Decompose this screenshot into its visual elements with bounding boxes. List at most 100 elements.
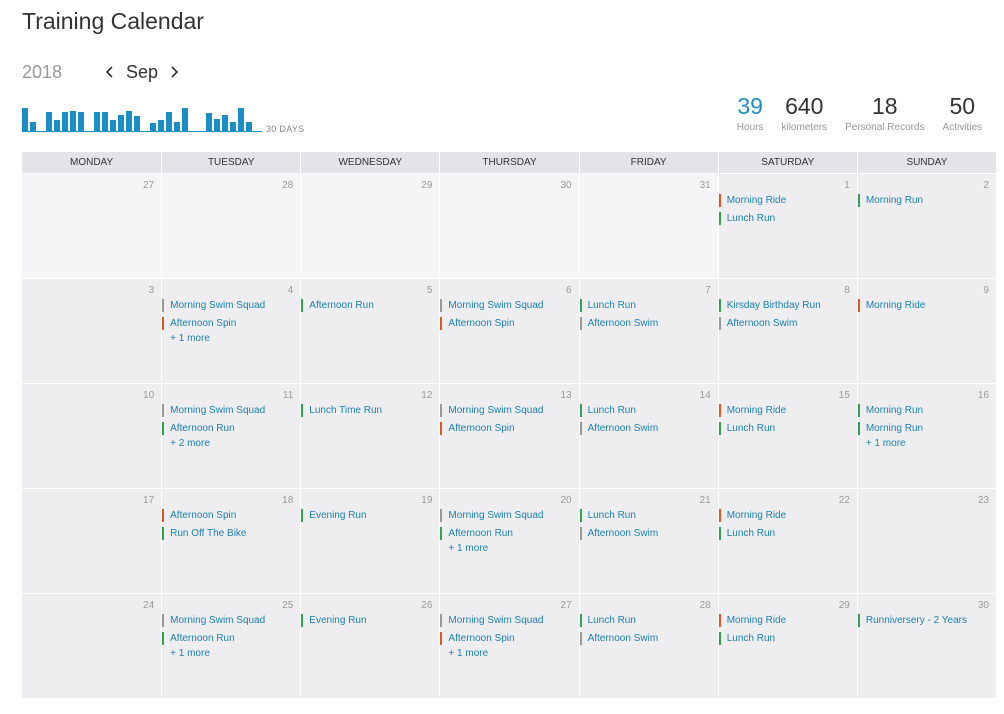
calendar-grid: MONDAY TUESDAY WEDNESDAY THURSDAY FRIDAY SATU… — [22, 152, 996, 698]
activity-link[interactable]: Morning Run — [857, 404, 990, 417]
day-cell: 29 — [300, 173, 440, 278]
prev-month-button[interactable] — [98, 60, 122, 84]
activity-link[interactable]: Morning Swim Squad — [440, 404, 572, 417]
day-cell: 16 Morning Run Morning Run + 1 more — [856, 383, 996, 488]
activity-link[interactable]: Morning Swim Squad — [162, 299, 294, 312]
activity-link[interactable]: Lunch Run — [579, 404, 712, 417]
activity-link[interactable]: Afternoon Run — [162, 422, 294, 435]
day-cell: 5 Afternoon Run — [300, 278, 440, 383]
activity-link[interactable]: Afternoon Run — [162, 632, 294, 645]
activity-link[interactable]: Evening Run — [301, 509, 433, 522]
activity-link[interactable]: Morning Ride — [718, 194, 851, 207]
activity-link[interactable]: Morning Swim Squad — [440, 509, 572, 522]
more-activities-link[interactable]: + 1 more — [162, 333, 294, 344]
more-activities-link[interactable]: + 1 more — [162, 648, 294, 659]
activity-link[interactable]: Lunch Run — [579, 299, 712, 312]
calendar-weeks: 27 28 29 30 31 1 Morning Ride Lunch Run 2 Morning… — [22, 173, 996, 698]
more-activities-link[interactable]: + 1 more — [858, 438, 990, 449]
activity-link[interactable]: Lunch Run — [718, 212, 851, 225]
day-number: 20 — [560, 495, 572, 506]
day-cell: 12 Lunch Time Run — [300, 383, 440, 488]
activity-link[interactable]: Lunch Time Run — [301, 404, 433, 417]
sparkline-bar — [174, 121, 180, 131]
page-title: Training Calendar — [22, 8, 204, 34]
activity-link[interactable]: Lunch Run — [718, 422, 851, 435]
stats-summary: 39 Hours 640 kilometers 18 Personal Records 50… — [719, 92, 982, 133]
day-cell: 17 — [22, 488, 162, 593]
activity-link[interactable]: Lunch Run — [579, 509, 712, 522]
day-cell: 15 Morning Ride Lunch Run — [717, 383, 857, 488]
day-cell: 3 — [22, 278, 162, 383]
activity-link[interactable]: Afternoon Swim — [579, 527, 712, 540]
activity-link[interactable]: Afternoon Spin — [440, 422, 572, 435]
more-activities-link[interactable]: + 1 more — [440, 543, 572, 554]
sparkline-bar — [166, 112, 172, 131]
sparkline-bar — [94, 112, 100, 131]
day-number: 5 — [426, 285, 433, 296]
day-number: 31 — [699, 180, 711, 191]
calendar-week: 27 28 29 30 31 1 Morning Ride Lunch Run 2 Morning… — [22, 173, 996, 278]
sparkline-bar — [222, 114, 228, 131]
activity-link[interactable]: Afternoon Spin — [162, 509, 294, 522]
stat-hours: 39 Hours — [737, 92, 764, 133]
activity-link[interactable]: Morning Ride — [718, 509, 851, 522]
day-cell: 31 — [578, 173, 718, 278]
activity-link[interactable]: Afternoon Swim — [579, 317, 712, 330]
day-number: 22 — [838, 495, 850, 506]
activity-link[interactable]: Morning Swim Squad — [162, 614, 294, 627]
day-cell: 30 — [439, 173, 579, 278]
weekday-monday: MONDAY — [69, 157, 114, 168]
chevron-right-icon — [171, 66, 179, 78]
day-number: 3 — [148, 285, 155, 296]
day-number: 6 — [566, 285, 572, 296]
activity-link[interactable]: Morning Ride — [718, 614, 851, 627]
sparkline-bar — [230, 121, 236, 131]
stat-value: 39 — [737, 93, 763, 119]
activity-link[interactable]: Afternoon Swim — [579, 422, 712, 435]
day-cell: 4 Morning Swim Squad Afternoon Spin + 1 mor… — [161, 278, 301, 383]
activity-link[interactable]: Morning Swim Squad — [440, 299, 572, 312]
sparkline-bar — [78, 112, 84, 131]
activity-link[interactable]: Lunch Run — [579, 614, 712, 627]
next-month-button[interactable] — [162, 60, 186, 84]
more-activities-link[interactable]: + 2 more — [162, 438, 294, 449]
day-cell: 6 Morning Swim Squad Afternoon Spin — [439, 278, 579, 383]
day-number: 28 — [699, 600, 711, 611]
stat-label: Personal Records — [845, 122, 925, 133]
activity-link[interactable]: Afternoon Run — [301, 299, 433, 312]
activity-link[interactable]: Afternoon Spin — [440, 317, 572, 330]
stat-activities: 50 Activities — [943, 92, 982, 133]
day-cell: 22 Morning Ride Lunch Run — [717, 488, 857, 593]
activity-link[interactable]: Afternoon Swim — [718, 317, 851, 330]
day-number: 30 — [560, 180, 572, 191]
weekday-wednesday: WEDNESDAY — [300, 152, 439, 173]
activity-link[interactable]: Afternoon Spin — [440, 632, 572, 645]
day-number: 25 — [282, 600, 294, 611]
activity-link[interactable]: Lunch Run — [718, 527, 851, 540]
stat-label: Activities — [942, 122, 982, 133]
activity-link[interactable]: Evening Run — [301, 614, 433, 627]
stat-value: 640 — [785, 93, 824, 119]
activity-link[interactable]: Lunch Run — [718, 632, 851, 645]
weekday-thursday: THURSDAY — [439, 152, 578, 173]
activity-link[interactable]: Morning Ride — [718, 404, 851, 417]
activity-link[interactable]: Morning Ride — [857, 299, 990, 312]
activity-link[interactable]: Kirsday Birthday Run — [718, 299, 851, 312]
day-cell: 7 Lunch Run Afternoon Swim — [578, 278, 718, 383]
activity-link[interactable]: Morning Run — [857, 194, 990, 207]
activity-link[interactable]: Run Off The Bike — [162, 527, 294, 540]
activity-link[interactable]: Afternoon Spin — [162, 317, 294, 330]
day-cell: 2 Morning Run — [856, 173, 996, 278]
activity-link[interactable]: Morning Run — [857, 422, 990, 435]
activity-link[interactable]: Runniversery - 2 Years — [857, 614, 990, 627]
more-activities-link[interactable]: + 1 more — [440, 648, 572, 659]
year-label: 2018 — [22, 61, 63, 82]
activity-link[interactable]: Morning Swim Squad — [440, 614, 572, 627]
day-cell: 19 Evening Run — [300, 488, 440, 593]
activity-link[interactable]: Afternoon Swim — [579, 632, 712, 645]
activity-link[interactable]: Afternoon Run — [440, 527, 572, 540]
activity-link[interactable]: Morning Swim Squad — [162, 404, 294, 417]
sparkline-bar — [214, 118, 220, 131]
sparkline-bar — [150, 122, 156, 131]
sparkline-bar — [22, 108, 28, 131]
